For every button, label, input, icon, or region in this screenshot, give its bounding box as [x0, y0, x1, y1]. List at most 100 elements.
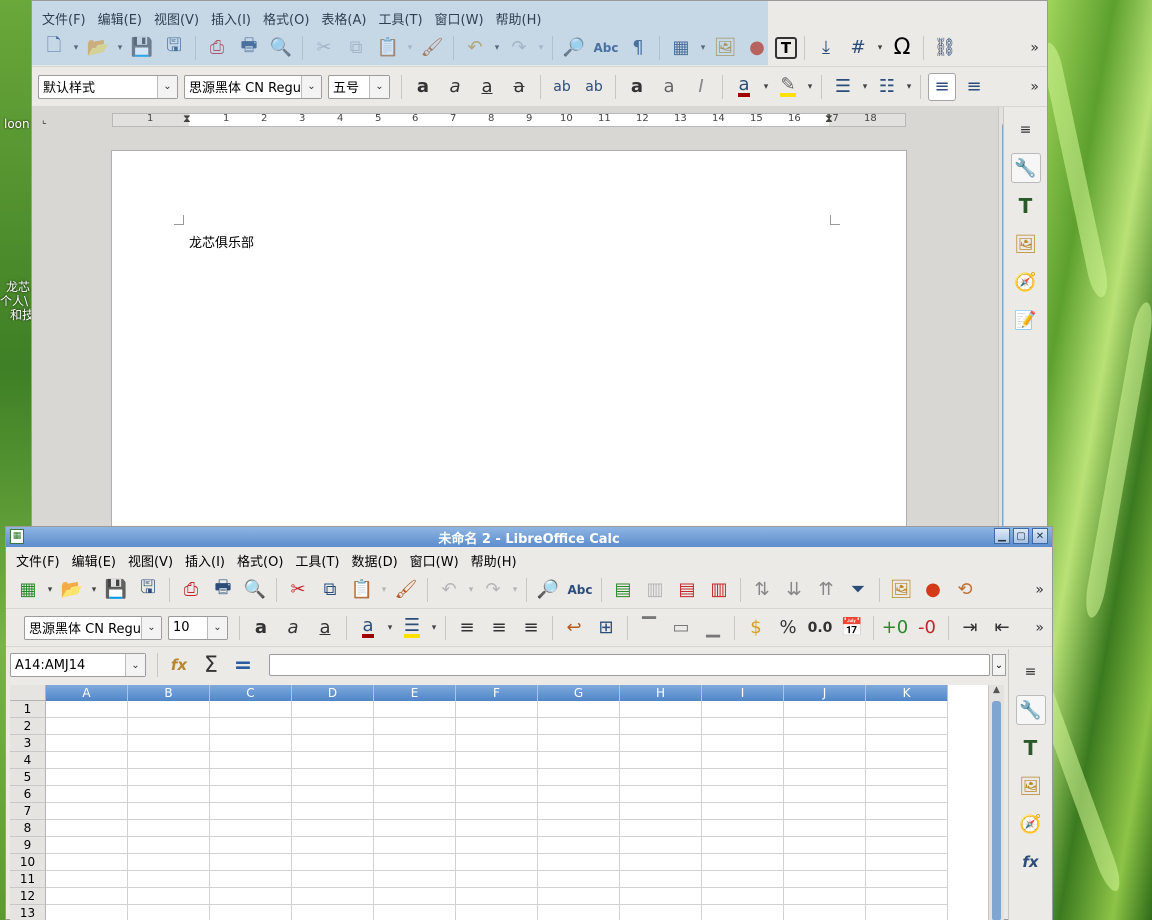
cell[interactable]: [620, 871, 702, 888]
column-header[interactable]: G: [538, 685, 620, 701]
cell[interactable]: [866, 786, 948, 803]
align-right-icon[interactable]: ≡: [517, 614, 545, 642]
cell[interactable]: [374, 786, 456, 803]
chevron-down-icon[interactable]: ▾: [44, 576, 56, 604]
cell[interactable]: [292, 786, 374, 803]
cell[interactable]: [374, 769, 456, 786]
increase-indent-icon[interactable]: ⇥: [956, 614, 984, 642]
cell[interactable]: [128, 718, 210, 735]
cell[interactable]: [702, 905, 784, 920]
cell[interactable]: [784, 701, 866, 718]
toolbar-more-icon[interactable]: »: [1030, 79, 1039, 95]
open-folder-icon[interactable]: 📂: [58, 576, 86, 604]
properties-wrench-icon[interactable]: 🔧: [1015, 695, 1046, 725]
export-pdf-icon[interactable]: ⎙: [177, 576, 205, 604]
hyperlink-icon[interactable]: ⛓: [931, 34, 959, 62]
column-header[interactable]: C: [210, 685, 292, 701]
column-header[interactable]: F: [456, 685, 538, 701]
cell[interactable]: [866, 871, 948, 888]
superscript-icon[interactable]: ab: [548, 73, 576, 101]
align-center-icon[interactable]: ≡: [960, 73, 988, 101]
maximize-icon[interactable]: ▢: [1013, 528, 1029, 544]
cell[interactable]: [456, 905, 538, 920]
cell[interactable]: [46, 701, 128, 718]
cell[interactable]: [292, 769, 374, 786]
row-header[interactable]: 3: [10, 735, 46, 752]
spreadsheet-grid[interactable]: ABCDEFGHIJK 1 2 3 4 5 6 7 8 9 10 11 12 13: [10, 685, 988, 920]
cell[interactable]: [46, 888, 128, 905]
cell[interactable]: [46, 718, 128, 735]
cell[interactable]: [538, 701, 620, 718]
number-format-icon[interactable]: 0.0: [806, 614, 834, 642]
chevron-down-icon[interactable]: ▾: [428, 614, 440, 642]
align-middle-icon[interactable]: ▭: [667, 614, 695, 642]
cell[interactable]: [866, 718, 948, 735]
cell[interactable]: [538, 854, 620, 871]
menu-format[interactable]: 格式(O): [231, 551, 289, 570]
cell[interactable]: [374, 837, 456, 854]
cell[interactable]: [620, 905, 702, 920]
menu-help[interactable]: 帮助(H): [465, 551, 523, 570]
clear-formatting-icon[interactable]: I: [687, 73, 715, 101]
cell[interactable]: [46, 786, 128, 803]
indent-marker-icon[interactable]: ⧗: [183, 112, 191, 126]
row-header[interactable]: 1: [10, 701, 46, 718]
save-icon[interactable]: 💾: [102, 576, 130, 604]
print-preview-icon[interactable]: 🔍: [241, 576, 269, 604]
cell[interactable]: [538, 803, 620, 820]
insert-chart-icon[interactable]: ●: [919, 576, 947, 604]
cell[interactable]: [784, 905, 866, 920]
cell[interactable]: [292, 888, 374, 905]
chevron-down-icon[interactable]: ▾: [874, 34, 886, 62]
cell[interactable]: [784, 752, 866, 769]
row-header[interactable]: 7: [10, 803, 46, 820]
chevron-down-icon[interactable]: ⌄: [141, 616, 161, 639]
cell[interactable]: [538, 905, 620, 920]
strikethrough-icon[interactable]: a: [505, 73, 533, 101]
cell[interactable]: [292, 820, 374, 837]
chevron-down-icon[interactable]: ▾: [378, 576, 390, 604]
cell[interactable]: [456, 786, 538, 803]
insert-columns-icon[interactable]: ▥: [641, 576, 669, 604]
cell[interactable]: [374, 820, 456, 837]
cell[interactable]: [538, 888, 620, 905]
cell[interactable]: [456, 854, 538, 871]
cell[interactable]: [210, 854, 292, 871]
cell[interactable]: [702, 718, 784, 735]
cell[interactable]: [866, 752, 948, 769]
print-icon[interactable]: 🖶: [209, 576, 237, 604]
align-center-icon[interactable]: ≡: [485, 614, 513, 642]
new-spreadsheet-icon[interactable]: ▦: [14, 576, 42, 604]
cell[interactable]: [210, 871, 292, 888]
cell[interactable]: [210, 837, 292, 854]
find-replace-icon[interactable]: 🔎: [534, 576, 562, 604]
cell[interactable]: [620, 701, 702, 718]
cell[interactable]: [538, 820, 620, 837]
font-color-icon[interactable]: a: [730, 73, 758, 101]
cell[interactable]: [210, 803, 292, 820]
merge-cells-icon[interactable]: ⊞: [592, 614, 620, 642]
cell[interactable]: [784, 803, 866, 820]
numbered-list-icon[interactable]: ☷: [873, 73, 901, 101]
cell[interactable]: [866, 905, 948, 920]
cell[interactable]: [46, 769, 128, 786]
cell[interactable]: [620, 837, 702, 854]
cell[interactable]: [456, 888, 538, 905]
cell[interactable]: [128, 769, 210, 786]
paragraph-style-select[interactable]: 默认样式 ⌄: [38, 74, 178, 99]
cell[interactable]: [702, 786, 784, 803]
cell[interactable]: [128, 701, 210, 718]
tab-stop-icon[interactable]: ⌞: [42, 115, 47, 126]
row-header[interactable]: 6: [10, 786, 46, 803]
column-header[interactable]: B: [128, 685, 210, 701]
cell[interactable]: [292, 837, 374, 854]
cell[interactable]: [456, 871, 538, 888]
chevron-down-icon[interactable]: ⌄: [125, 654, 145, 676]
sum-icon[interactable]: Σ: [197, 651, 225, 679]
font-size-select[interactable]: 五号 ⌄: [328, 74, 390, 99]
chevron-down-icon[interactable]: ▾: [509, 576, 521, 604]
cell[interactable]: [210, 735, 292, 752]
chevron-down-icon[interactable]: ▾: [804, 73, 816, 101]
menu-file[interactable]: 文件(F): [10, 551, 66, 570]
font-name-select[interactable]: 思源黑体 CN Regul ⌄: [184, 74, 322, 99]
